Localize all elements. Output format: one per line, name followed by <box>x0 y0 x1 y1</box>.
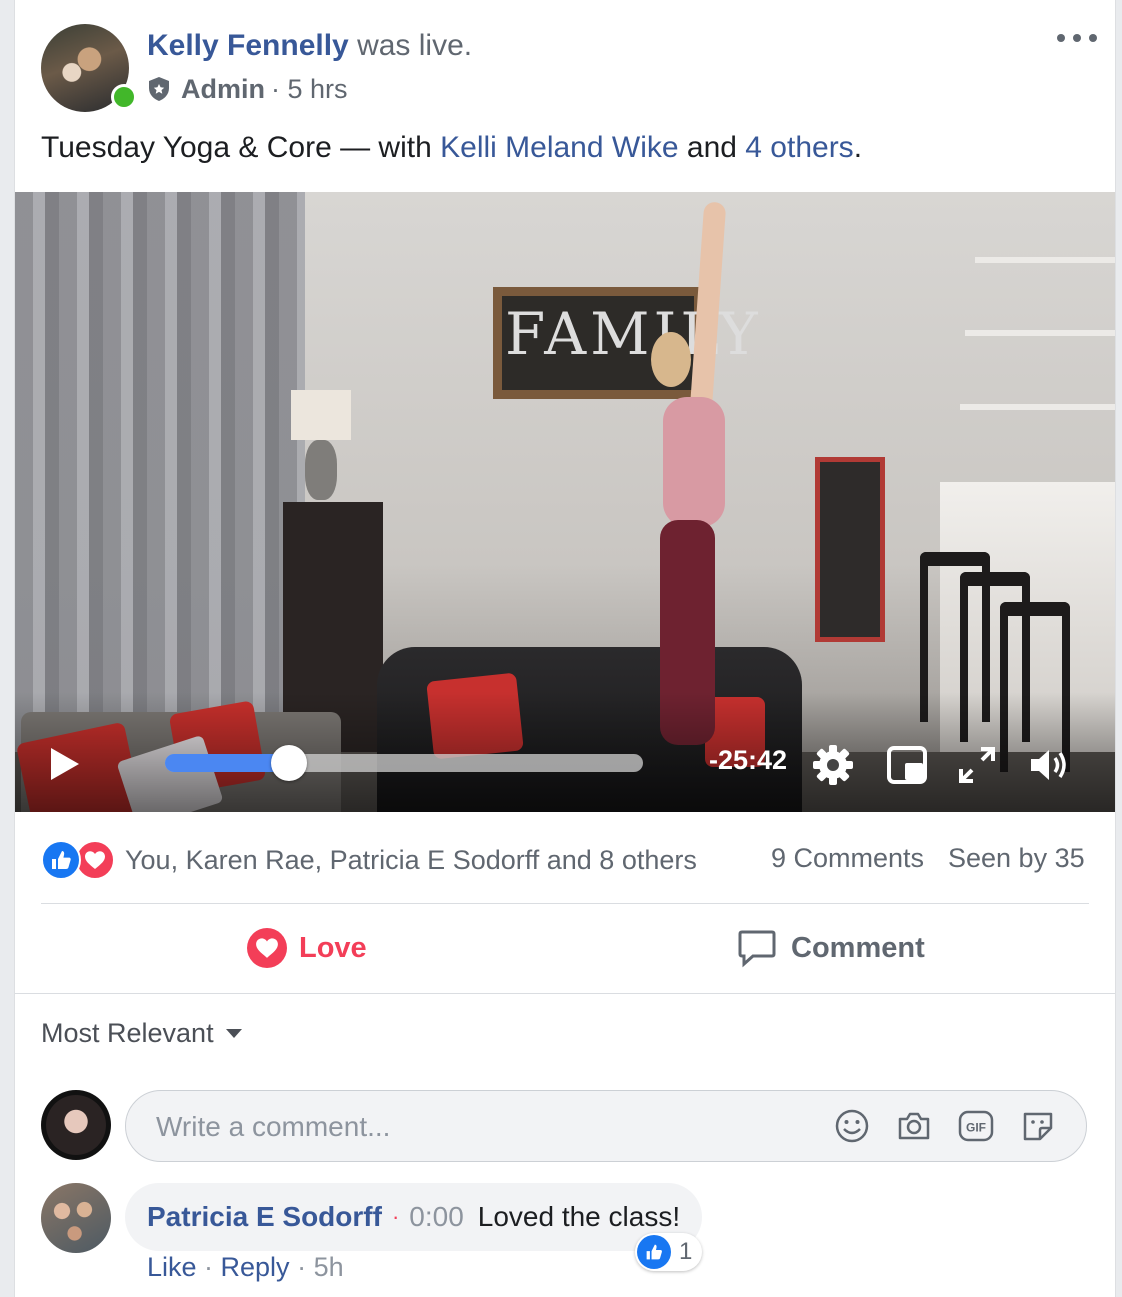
video-timestamp-link[interactable]: 0:00 <box>409 1201 464 1233</box>
post-text-main: Tuesday Yoga & Core — with <box>41 131 441 164</box>
commenter-avatar[interactable] <box>41 1183 111 1253</box>
divider <box>15 993 1115 994</box>
sticker-icon[interactable] <box>1020 1108 1056 1144</box>
reaction-names[interactable]: You, Karen Rae, Patricia E Sodorff and 8… <box>125 845 697 876</box>
tagged-others-link[interactable]: 4 others <box>745 131 853 164</box>
divider <box>41 903 1089 904</box>
tagged-person-link[interactable]: Kelli Meland Wike <box>440 131 678 164</box>
comment-input[interactable] <box>154 1091 798 1163</box>
comment-sort-dropdown[interactable]: Most Relevant <box>41 1018 242 1049</box>
lamp-shade <box>291 390 351 440</box>
like-reaction-icon <box>637 1235 671 1269</box>
emoji-icon[interactable] <box>834 1108 870 1144</box>
comment-text: Loved the class! <box>477 1201 681 1232</box>
shelf <box>965 330 1115 336</box>
lamp-base <box>305 440 337 500</box>
post-card: Kelly Fennelly was live. Admin · 5 hrs T… <box>14 0 1116 1297</box>
comment-reaction-count[interactable]: 1 <box>635 1233 703 1271</box>
comment-reply-link[interactable]: Reply <box>221 1252 290 1282</box>
comment-like-link[interactable]: Like <box>147 1252 197 1282</box>
shelf <box>975 257 1115 263</box>
svg-text:GIF: GIF <box>966 1121 986 1135</box>
reaction-summary[interactable]: You, Karen Rae, Patricia E Sodorff and 8… <box>41 840 697 880</box>
comment-separator: · <box>391 1204 400 1229</box>
comment-button[interactable]: Comment <box>737 928 925 968</box>
time-separator: · <box>271 74 280 104</box>
comment-like-count: 1 <box>679 1238 693 1265</box>
post-text-and: and <box>678 131 746 164</box>
shelf <box>960 404 1115 410</box>
seen-by-count[interactable]: Seen by 35 <box>948 843 1085 874</box>
comment-bubble: Patricia E Sodorff · 0:00 Loved the clas… <box>125 1183 703 1251</box>
comment-age[interactable]: 5h <box>314 1252 344 1282</box>
person-head <box>651 332 691 387</box>
love-reaction-icon <box>75 840 115 880</box>
settings-gear-icon[interactable] <box>811 743 855 787</box>
current-user-avatar[interactable] <box>41 1090 111 1160</box>
caret-down-icon <box>225 1029 242 1038</box>
post-text: Tuesday Yoga & Core — with Kelli Meland … <box>41 128 862 168</box>
gif-icon[interactable]: GIF <box>958 1108 994 1144</box>
fullscreen-icon[interactable] <box>955 743 999 787</box>
action-separator: · <box>196 1252 221 1282</box>
time-remaining: -25:42 <box>709 745 788 775</box>
volume-icon[interactable] <box>1027 743 1071 787</box>
post-timestamp[interactable]: 5 hrs <box>288 72 348 106</box>
post-author-line: Kelly Fennelly was live. <box>147 28 472 64</box>
comment-composer[interactable]: GIF <box>125 1090 1087 1163</box>
admin-role-label: Admin <box>181 74 265 104</box>
comment-bubble-icon <box>738 930 776 968</box>
family-sign-text: FAMILY <box>505 300 762 368</box>
play-icon[interactable] <box>51 748 79 780</box>
picture-in-picture-icon[interactable] <box>885 743 929 787</box>
sort-label: Most Relevant <box>41 1018 214 1048</box>
video-progress-bar[interactable] <box>165 745 643 781</box>
video-curtain <box>15 192 305 752</box>
online-status-dot <box>111 84 137 110</box>
author-name-link[interactable]: Kelly Fennelly <box>147 29 349 62</box>
action-separator: · <box>289 1252 314 1282</box>
more-options-icon[interactable] <box>1057 28 1097 48</box>
love-button[interactable]: Love <box>247 928 367 968</box>
camera-icon[interactable] <box>896 1108 932 1144</box>
comment-actions: Like · Reply · 5h <box>147 1252 344 1283</box>
live-status-text: was live. <box>348 29 473 62</box>
controls-gradient <box>15 692 1115 812</box>
admin-shield-icon <box>149 77 169 101</box>
progress-scrubber[interactable] <box>271 745 308 781</box>
video-player[interactable]: FAMILY -25:42 <box>15 192 1115 812</box>
love-heart-icon <box>247 928 287 968</box>
post-text-end: . <box>853 131 863 164</box>
commenter-name-link[interactable]: Patricia E Sodorff <box>147 1201 382 1233</box>
chalkboard <box>815 457 885 642</box>
comments-count-link[interactable]: 9 Comments <box>771 843 924 874</box>
love-button-label: Love <box>299 931 367 964</box>
comment-button-label: Comment <box>791 931 925 964</box>
person-torso <box>663 397 725 527</box>
post-meta: Admin · 5 hrs <box>147 72 348 106</box>
like-reaction-icon <box>41 840 81 880</box>
